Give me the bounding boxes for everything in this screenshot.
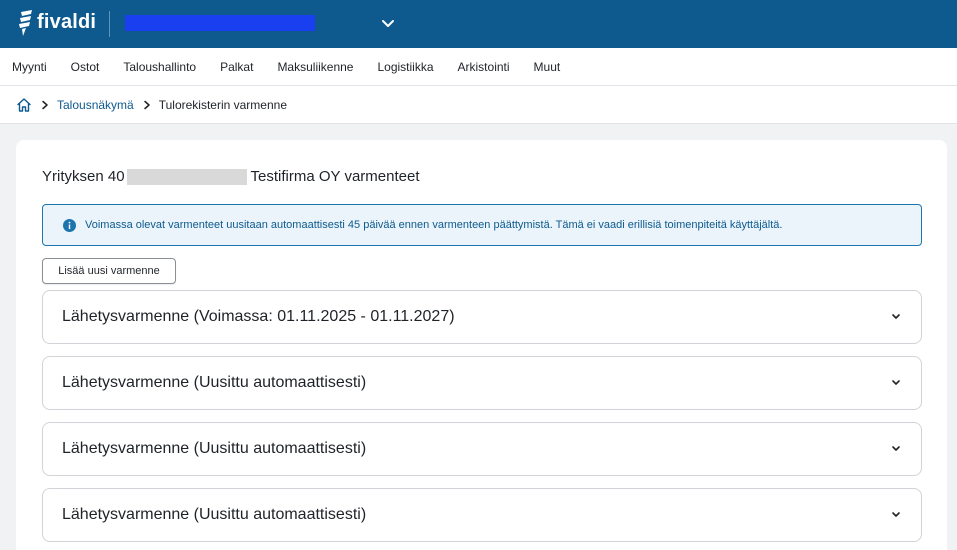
info-banner: Voimassa olevat varmenteet uusitaan auto… — [42, 204, 922, 246]
nav-item-ostot[interactable]: Ostot — [71, 60, 100, 74]
logo-text: fivaldi — [37, 11, 97, 33]
accordion-item[interactable]: Lähetysvarmenne (Uusittu automaattisesti… — [42, 488, 922, 542]
header-divider — [109, 11, 110, 37]
company-selector[interactable] — [125, 15, 315, 31]
accordion-label: Lähetysvarmenne (Voimassa: 01.11.2025 - … — [62, 308, 455, 325]
nav-item-myynti[interactable]: Myynti — [12, 60, 47, 74]
fivaldi-logo[interactable]: fivaldi — [18, 10, 96, 36]
chevron-right-icon — [42, 100, 48, 109]
certificates-card: Yrityksen 40 Testifirma OY varmenteet Vo… — [16, 140, 947, 550]
info-text: Voimassa olevat varmenteet uusitaan auto… — [85, 219, 783, 231]
breadcrumb-current: Tulorekisterin varmenne — [158, 97, 287, 112]
accordion-label: Lähetysvarmenne (Uusittu automaattisesti… — [62, 374, 367, 391]
chevron-right-icon — [143, 100, 150, 109]
accordion-item[interactable]: Lähetysvarmenne (Uusittu automaattisesti… — [42, 356, 922, 410]
home-icon[interactable] — [16, 97, 32, 113]
nav-item-muut[interactable]: Muut — [534, 60, 561, 74]
page-title: Yrityksen 40 Testifirma OY varmenteet — [42, 168, 420, 185]
nav-item-maksuliikenne[interactable]: Maksuliikenne — [277, 60, 353, 74]
chevron-down-icon[interactable] — [380, 17, 396, 31]
page-title-suffix: Testifirma OY varmenteet — [250, 168, 420, 185]
main-navigation: Myynti Ostot Taloushallinto Palkat Maksu… — [0, 48, 957, 86]
chevron-down-icon — [892, 314, 900, 319]
nav-item-palkat[interactable]: Palkat — [220, 60, 253, 74]
accordion-item[interactable]: Lähetysvarmenne (Uusittu automaattisesti… — [42, 422, 922, 476]
redacted-business-id — [126, 168, 247, 185]
add-certificate-button[interactable]: Lisää uusi varmenne — [42, 258, 176, 284]
nav-item-arkistointi[interactable]: Arkistointi — [458, 60, 510, 74]
top-bar: fivaldi — [0, 0, 957, 48]
accordion-item[interactable]: Lähetysvarmenne (Voimassa: 01.11.2025 - … — [42, 290, 922, 344]
accordion-label: Lähetysvarmenne (Uusittu automaattisesti… — [62, 506, 367, 523]
chevron-down-icon — [892, 512, 900, 517]
chevron-down-icon — [892, 446, 900, 451]
chevron-down-icon — [892, 380, 900, 385]
page-title-prefix: Yrityksen 40 — [42, 168, 125, 185]
breadcrumb-link-talousnakyma[interactable]: Talousnäkymä — [57, 98, 134, 112]
breadcrumb: Talousnäkymä Tulorekisterin varmenne — [0, 86, 957, 124]
info-icon — [63, 218, 76, 232]
nav-item-logistiikka[interactable]: Logistiikka — [377, 60, 433, 74]
fivaldi-logo-icon — [19, 10, 32, 36]
nav-item-taloushallinto[interactable]: Taloushallinto — [123, 60, 196, 74]
accordion-label: Lähetysvarmenne (Uusittu automaattisesti… — [62, 440, 367, 457]
